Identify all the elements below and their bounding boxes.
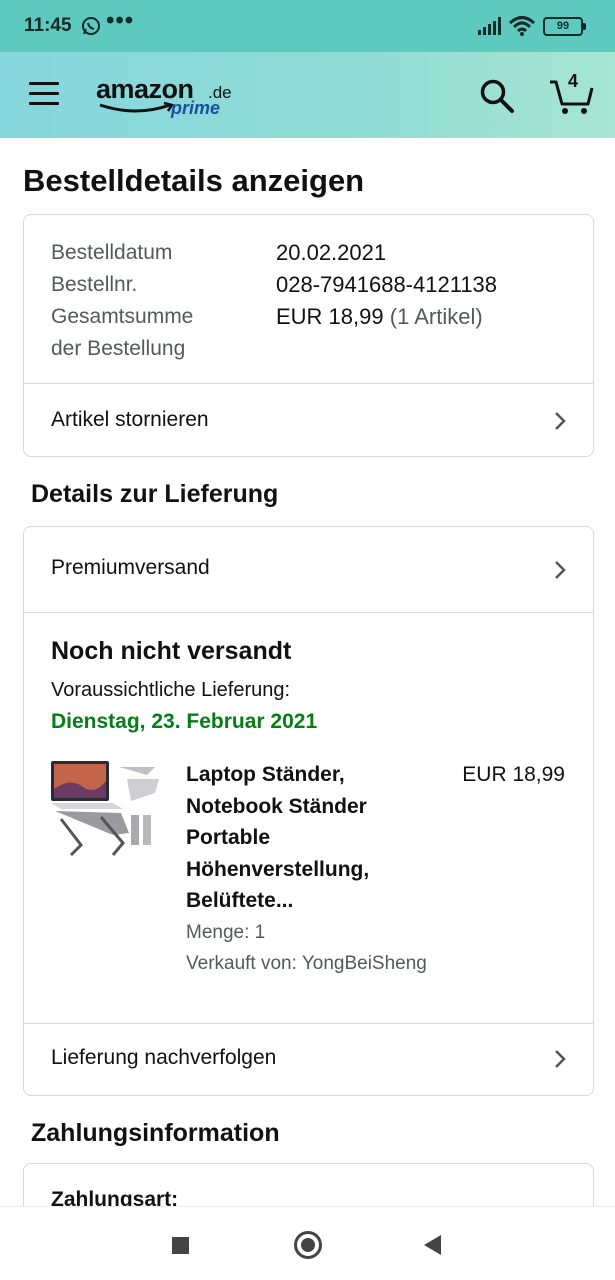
product-title-line: Notebook Ständer — [186, 794, 367, 818]
order-summary-card: Bestelldatum 20.02.2021 Bestellnr. 028-7… — [23, 214, 594, 457]
order-date-value: 20.02.2021 — [276, 240, 387, 265]
order-total-label: Gesamtsumme — [51, 305, 194, 328]
order-number-label: Bestellnr. — [51, 273, 138, 296]
order-total-value: EUR 18,99 (1 Artikel) — [276, 301, 483, 333]
order-total-amount: EUR 18,99 — [276, 304, 384, 329]
payment-section-title: Zahlungsinformation — [31, 1119, 280, 1147]
menu-icon[interactable] — [29, 82, 59, 106]
battery-level: 99 — [556, 20, 570, 32]
product-title-line: Belüftete... — [186, 889, 294, 912]
notification-dots: ••• — [106, 7, 135, 34]
amazon-prime-logo[interactable]: amazon .de prime — [96, 74, 246, 122]
track-delivery-label: Lieferung nachverfolgen — [51, 1046, 277, 1069]
search-icon[interactable] — [479, 78, 515, 114]
back-icon[interactable] — [424, 1235, 441, 1255]
smile-arrow-icon — [99, 101, 175, 113]
shipment-status: Noch nicht versandt — [51, 637, 292, 665]
order-total-items: (1 Artikel) — [389, 304, 483, 329]
delivery-card: Premiumversand Noch nicht versandt Vorau… — [23, 526, 594, 1096]
expected-delivery-label: Voraussichtliche Lieferung: — [51, 679, 291, 701]
shipping-method-label: Premiumversand — [51, 556, 210, 579]
order-total-label-2: der Bestellung — [51, 337, 186, 360]
signal-icon — [478, 17, 501, 35]
cart-count: 4 — [568, 71, 579, 91]
product-seller: Verkauft von: YongBeiSheng — [186, 953, 427, 974]
cart-button[interactable]: 4 — [548, 71, 594, 116]
battery-icon: 99 — [543, 17, 586, 36]
cancel-items-label: Artikel stornieren — [51, 408, 209, 431]
wifi-icon — [509, 16, 535, 36]
expected-delivery-date: Dienstag, 23. Februar 2021 — [51, 710, 318, 733]
chevron-right-icon — [555, 412, 566, 430]
whatsapp-icon — [82, 17, 100, 35]
status-time: 11:45 — [24, 15, 72, 36]
chevron-right-icon — [555, 561, 566, 579]
product-title-line: Höhenverstellung, — [186, 857, 370, 881]
cancel-items-link[interactable]: Artikel stornieren — [24, 383, 593, 455]
app-header: amazon .de prime 4 — [0, 52, 615, 138]
product-price: EUR 18,99 — [462, 763, 565, 786]
status-bar: 11:45 ••• 99 — [0, 0, 615, 52]
delivery-section-title: Details zur Lieferung — [31, 480, 279, 508]
shipping-method-link[interactable]: Premiumversand — [24, 527, 593, 613]
order-date-label: Bestelldatum — [51, 241, 173, 264]
order-number-value: 028-7941688-4121138 — [276, 272, 498, 297]
product-title-line: Laptop Ständer, — [186, 763, 345, 786]
logo-prime-text: prime — [171, 98, 221, 118]
product-title-line: Portable — [186, 826, 271, 849]
track-delivery-link[interactable]: Lieferung nachverfolgen — [24, 1023, 593, 1095]
home-icon[interactable] — [294, 1231, 322, 1259]
product-title[interactable]: Laptop Ständer, Notebook Ständer Portabl… — [186, 759, 416, 917]
page-title: Bestelldetails anzeigen — [23, 163, 365, 198]
system-nav-bar — [0, 1206, 615, 1280]
product-quantity: Menge: 1 — [186, 922, 266, 943]
product-image[interactable] — [51, 759, 161, 869]
recent-apps-icon[interactable] — [172, 1237, 189, 1254]
divider — [24, 612, 593, 613]
chevron-right-icon — [555, 1050, 566, 1068]
